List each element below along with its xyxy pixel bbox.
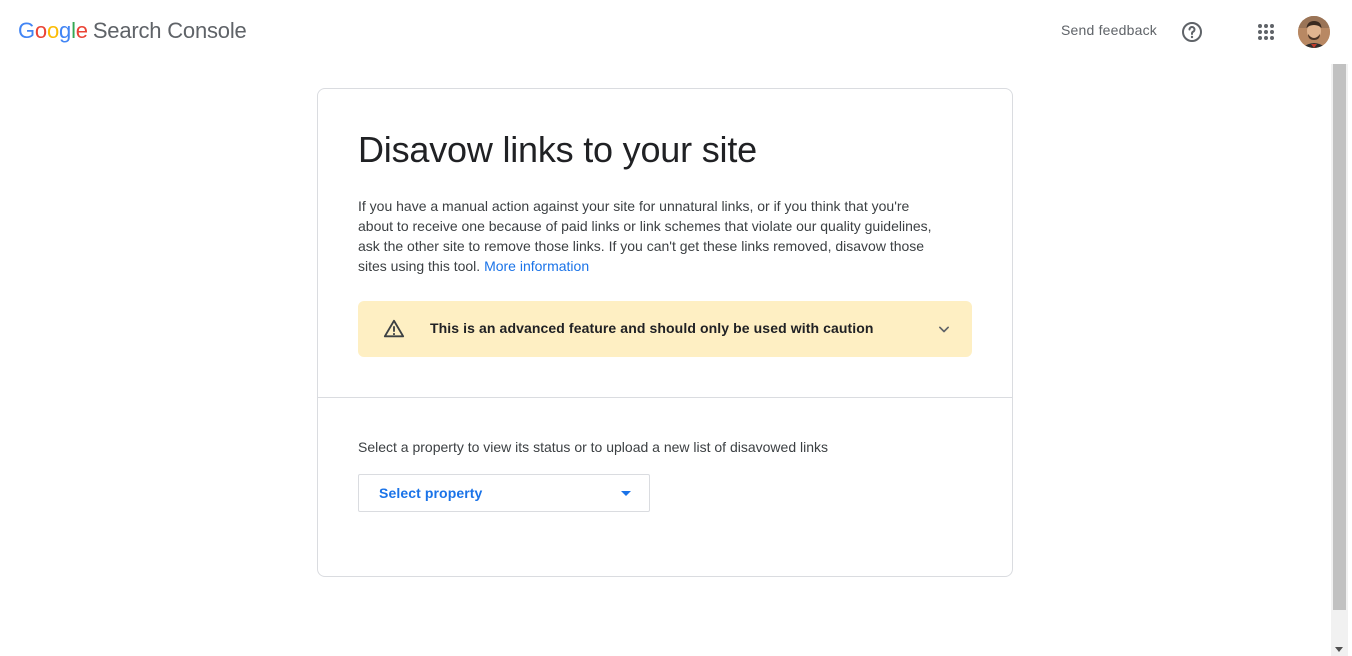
send-feedback-button[interactable]: Send feedback [1061, 22, 1157, 38]
logo-letter: o [34, 18, 47, 43]
disavow-card: Disavow links to your site If you have a… [317, 88, 1013, 577]
description-text: If you have a manual action against your… [358, 196, 948, 276]
logo-letter: o [46, 18, 60, 43]
apps-grid-icon[interactable] [1254, 20, 1278, 44]
top-app-bar: Go o g l e Search Console Send feedback [0, 0, 1352, 64]
more-information-link[interactable]: More information [484, 258, 589, 274]
page-scrollbar[interactable] [1331, 64, 1348, 656]
caution-warning-panel[interactable]: This is an advanced feature and should o… [358, 301, 972, 357]
select-property-value: Select property [379, 485, 483, 501]
scrollbar-thumb[interactable] [1333, 64, 1346, 610]
warning-text: This is an advanced feature and should o… [430, 320, 874, 336]
product-name: Search Console [92, 18, 247, 43]
logo-letter: e [75, 18, 88, 43]
logo-letter: g [59, 18, 72, 43]
logo-letter: G [18, 18, 35, 43]
dropdown-caret-icon [621, 491, 631, 496]
page-title: Disavow links to your site [358, 129, 757, 170]
account-avatar[interactable] [1298, 16, 1330, 48]
chevron-down-icon[interactable] [934, 319, 954, 339]
select-property-label: Select a property to view its status or … [358, 439, 829, 455]
scroll-down-arrow-icon[interactable] [1335, 647, 1343, 652]
warning-triangle-icon [383, 318, 405, 340]
section-divider [318, 397, 1012, 398]
help-icon[interactable] [1180, 20, 1204, 44]
search-console-logo[interactable]: Go o g l e Search Console [18, 18, 247, 48]
description-body: If you have a manual action against your… [358, 198, 932, 274]
select-property-dropdown[interactable]: Select property [358, 474, 650, 512]
